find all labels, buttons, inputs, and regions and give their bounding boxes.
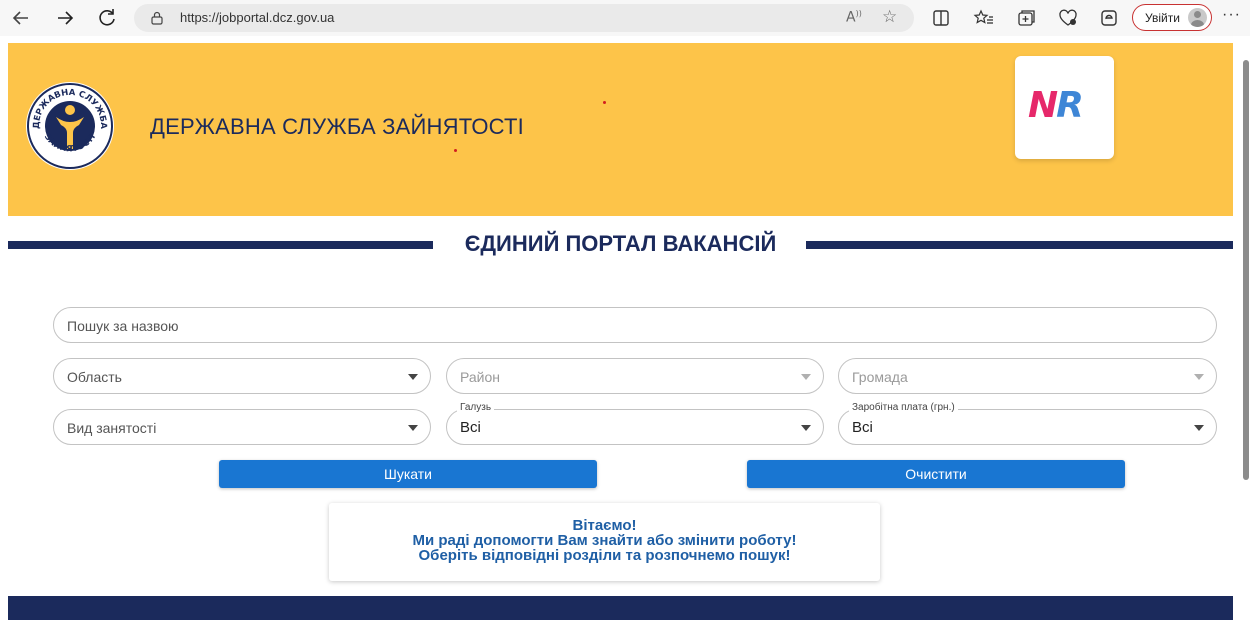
scrollbar-thumb[interactable] bbox=[1243, 60, 1249, 480]
browser-toolbar: https://jobportal.dcz.gov.ua A)) ☆ Увійт… bbox=[0, 0, 1250, 36]
browser-essentials-icon[interactable] bbox=[1056, 6, 1080, 30]
chevron-down-icon[interactable] bbox=[408, 425, 418, 431]
chevron-down-icon[interactable] bbox=[408, 374, 418, 380]
copilot-icon[interactable] bbox=[1097, 6, 1121, 30]
sign-in-button[interactable]: Увійти bbox=[1132, 4, 1212, 31]
footer-bar bbox=[8, 596, 1233, 620]
salary-label: Заробітна плата (грн.) bbox=[849, 402, 958, 413]
welcome-message: Ми раді допомогти Вам знайти або змінити… bbox=[412, 532, 797, 549]
salary-select[interactable]: Заробітна плата (грн.) Всі bbox=[838, 402, 1217, 445]
url-text[interactable]: https://jobportal.dcz.gov.ua bbox=[180, 10, 334, 25]
nr-partner-logo-card[interactable]: NR bbox=[1015, 56, 1114, 159]
favorites-icon[interactable] bbox=[972, 6, 996, 30]
split-screen-icon[interactable] bbox=[929, 6, 953, 30]
welcome-greeting: Вітаємо! bbox=[572, 517, 637, 534]
search-name-placeholder: Пошук за назвою bbox=[67, 318, 179, 334]
region-select[interactable]: Область bbox=[53, 358, 431, 394]
welcome-instruction: Оберіть відповідні розділи та розпочнемо… bbox=[418, 547, 791, 564]
forward-arrow-icon[interactable] bbox=[52, 5, 78, 31]
favorite-star-icon[interactable]: ☆ bbox=[882, 7, 897, 27]
chevron-down-icon[interactable] bbox=[801, 425, 811, 431]
chevron-down-icon[interactable] bbox=[1194, 374, 1204, 380]
collections-icon[interactable] bbox=[1014, 6, 1038, 30]
more-icon[interactable]: ··· bbox=[1222, 6, 1241, 24]
employment-type-placeholder: Вид занятості bbox=[67, 420, 157, 436]
back-arrow-icon[interactable] bbox=[8, 5, 34, 31]
state-employment-service-logo[interactable]: ДЕРЖАВНА СЛУЖБА ЗАЙНЯТОСТІ bbox=[25, 81, 115, 171]
district-placeholder: Район bbox=[460, 369, 500, 385]
nr-logo: NR bbox=[1028, 85, 1084, 126]
search-name-input[interactable]: Пошук за назвою bbox=[53, 307, 1217, 343]
district-select[interactable]: Район bbox=[446, 358, 824, 394]
lock-icon[interactable] bbox=[150, 11, 164, 25]
community-placeholder: Громада bbox=[852, 369, 908, 385]
decorative-dot bbox=[454, 149, 457, 152]
region-placeholder: Область bbox=[67, 369, 122, 385]
decorative-dot bbox=[603, 101, 606, 104]
header-banner: ДЕРЖАВНА СЛУЖБА ЗАЙНЯТОСТІ ДЕРЖАВНА СЛУЖ… bbox=[8, 43, 1233, 216]
chevron-down-icon[interactable] bbox=[801, 374, 811, 380]
welcome-card: Вітаємо! Ми раді допомогти Вам знайти аб… bbox=[329, 503, 880, 581]
salary-value: Всі bbox=[852, 419, 873, 436]
search-button[interactable]: Шукати bbox=[219, 460, 597, 488]
refresh-icon[interactable] bbox=[94, 5, 120, 31]
address-bar[interactable]: https://jobportal.dcz.gov.ua A)) ☆ bbox=[134, 4, 914, 32]
scrollbar[interactable] bbox=[1242, 40, 1250, 620]
community-select[interactable]: Громада bbox=[838, 358, 1217, 394]
portal-title: ЄДИНИЙ ПОРТАЛ ВАКАНСІЙ bbox=[464, 231, 777, 256]
organization-title: ДЕРЖАВНА СЛУЖБА ЗАЙНЯТОСТІ bbox=[150, 114, 524, 139]
clear-button[interactable]: Очистити bbox=[747, 460, 1125, 488]
read-aloud-icon[interactable]: A)) bbox=[846, 9, 862, 26]
profile-avatar-icon bbox=[1188, 8, 1207, 27]
sign-in-label: Увійти bbox=[1145, 11, 1180, 25]
industry-select[interactable]: Галузь Всі bbox=[446, 402, 824, 445]
industry-value: Всі bbox=[460, 419, 481, 436]
chevron-down-icon[interactable] bbox=[1194, 425, 1204, 431]
industry-label: Галузь bbox=[457, 402, 495, 413]
portal-heading: ЄДИНИЙ ПОРТАЛ ВАКАНСІЙ bbox=[8, 226, 1233, 262]
employment-type-select[interactable]: Вид занятості bbox=[53, 409, 431, 445]
